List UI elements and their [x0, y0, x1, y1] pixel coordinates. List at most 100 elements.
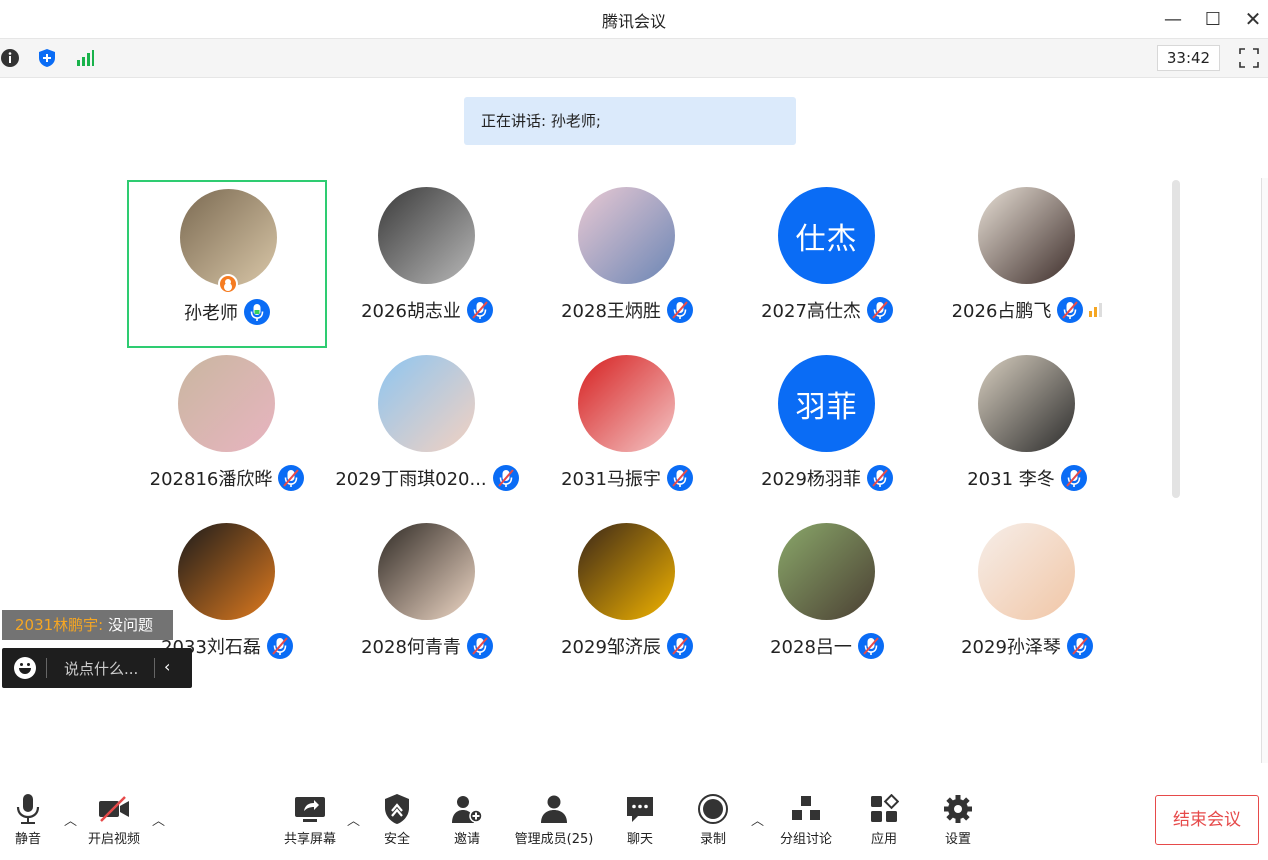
- participant-name: 2026占鹏飞: [951, 301, 1052, 322]
- participant-name-row: 2029杨羽菲: [717, 465, 937, 491]
- manage-members-label: 管理成员(25): [514, 832, 594, 847]
- mic-muted-icon[interactable]: [266, 633, 293, 659]
- record-options-caret[interactable]: ︿: [751, 810, 764, 829]
- avatar: [178, 523, 275, 620]
- participant-tile[interactable]: 2028吕一: [727, 516, 927, 684]
- close-button[interactable]: ✕: [1240, 6, 1266, 32]
- security-button[interactable]: 安全: [357, 792, 437, 847]
- mic-muted-icon[interactable]: [278, 465, 305, 491]
- video-options-caret[interactable]: ︿: [152, 810, 165, 829]
- participant-tile[interactable]: 仕杰 2027高仕杰: [727, 180, 927, 348]
- participant-name: 2028何青青: [361, 637, 461, 658]
- mute-button[interactable]: 静音: [0, 792, 68, 847]
- participant-tile[interactable]: 2028王炳胜: [527, 180, 727, 348]
- avatar: [978, 355, 1075, 452]
- mic-muted-icon[interactable]: [866, 297, 893, 323]
- mic-muted-icon[interactable]: [666, 633, 693, 659]
- mic-muted-icon[interactable]: [492, 465, 519, 491]
- participant-tile[interactable]: 2031 李冬: [927, 348, 1127, 516]
- participant-name: 2029孙泽琴: [961, 637, 1061, 658]
- participant-tile[interactable]: 2026占鹏飞: [927, 180, 1127, 348]
- participant-name-row: 2029孙泽琴: [917, 633, 1137, 659]
- bottom-toolbar: 静音 ︿ 开启视频 ︿ 共享屏幕 ︿ 安全 邀请 管理成员(25) 聊天 录制 …: [0, 780, 1268, 860]
- start-video-label: 开启视频: [87, 832, 140, 847]
- chat-label: 聊天: [626, 832, 653, 847]
- participant-name: 2029丁雨琪020...: [335, 469, 487, 490]
- shield-icon[interactable]: [37, 48, 57, 68]
- avatar: [378, 187, 475, 284]
- avatar: [978, 187, 1075, 284]
- participant-tile[interactable]: 2029丁雨琪020...: [327, 348, 527, 516]
- participant-tile[interactable]: 2026胡志业: [327, 180, 527, 348]
- participant-name: 2029杨羽菲: [761, 469, 861, 490]
- divider: [154, 658, 155, 678]
- participant-tile[interactable]: 孙老师: [127, 180, 327, 348]
- participant-tile[interactable]: 202816潘欣晔: [127, 348, 327, 516]
- start-video-button[interactable]: 开启视频: [74, 792, 154, 847]
- participant-name-row: 2028王炳胜: [517, 297, 737, 323]
- participant-grid: 孙老师 2026胡志业 2028王炳胜 仕杰 2027高仕杰 2026占鹏飞 202816潘…: [127, 180, 1127, 690]
- chat-message: 没问题: [108, 616, 154, 634]
- participant-tile[interactable]: 2031马振宇: [527, 348, 727, 516]
- fullscreen-icon[interactable]: [1238, 47, 1260, 69]
- mic-muted-icon[interactable]: [1066, 633, 1093, 659]
- minimize-button[interactable]: —: [1160, 6, 1186, 32]
- avatar-initials: 羽菲: [795, 389, 858, 425]
- mic-muted-icon[interactable]: [1060, 465, 1087, 491]
- maximize-button[interactable]: ☐: [1200, 6, 1226, 32]
- avatar: [178, 355, 275, 452]
- mic-muted-icon[interactable]: [666, 465, 693, 491]
- avatar-initials: 仕杰: [795, 221, 858, 257]
- apps-button[interactable]: 应用: [844, 792, 924, 847]
- participant-name-row: 2029丁雨琪020...: [317, 465, 537, 491]
- emoji-icon[interactable]: [14, 657, 36, 679]
- participant-name-row: 2028何青青: [317, 633, 537, 659]
- mic-muted-icon[interactable]: [466, 633, 493, 659]
- chat-input-placeholder[interactable]: 说点什么...: [64, 658, 138, 679]
- speaking-banner: 正在讲话: 孙老师;: [464, 97, 796, 145]
- participant-tile[interactable]: 2029邹济辰: [527, 516, 727, 684]
- breakout-rooms-button[interactable]: 分组讨论: [766, 792, 846, 847]
- record-label: 录制: [699, 832, 726, 847]
- title-bar: 腾讯会议 — ☐ ✕: [0, 0, 1268, 38]
- camera-off-icon: [96, 792, 132, 826]
- participant-name: 2029邹济辰: [561, 637, 661, 658]
- collapse-chat-icon[interactable]: ‹: [164, 657, 170, 676]
- avatar: [578, 523, 675, 620]
- weak-signal-icon: [1089, 303, 1103, 317]
- mic-muted-icon[interactable]: [666, 297, 693, 323]
- settings-button[interactable]: 设置: [918, 792, 998, 847]
- participant-tile[interactable]: 羽菲 2029杨羽菲: [727, 348, 927, 516]
- invite-button[interactable]: 邀请: [427, 792, 507, 847]
- chat-bubble[interactable]: 2031林鹏宇: 没问题: [2, 610, 173, 640]
- meeting-timer: 33:42: [1157, 45, 1220, 71]
- network-signal-icon[interactable]: [75, 48, 95, 68]
- participant-name-row: 2031 李冬: [917, 465, 1137, 491]
- end-meeting-button[interactable]: 结束会议: [1155, 795, 1259, 845]
- share-screen-button[interactable]: 共享屏幕: [270, 792, 350, 847]
- chat-button[interactable]: 聊天: [600, 792, 680, 847]
- participant-name: 孙老师: [184, 303, 238, 324]
- grid-scrollbar[interactable]: [1172, 180, 1180, 498]
- avatar: [778, 523, 875, 620]
- info-icon[interactable]: [0, 48, 20, 68]
- chat-bubble-icon: [622, 792, 658, 826]
- avatar: [180, 189, 277, 286]
- participant-tile[interactable]: 2028何青青: [327, 516, 527, 684]
- participant-tile[interactable]: 2029孙泽琴: [927, 516, 1127, 684]
- manage-members-button[interactable]: 管理成员(25): [514, 792, 594, 847]
- mic-muted-icon[interactable]: [466, 297, 493, 323]
- participant-name: 2028王炳胜: [561, 301, 661, 322]
- host-badge-icon: [218, 274, 238, 294]
- mic-muted-icon[interactable]: [857, 633, 884, 659]
- participant-name-row: 202816潘欣晔: [117, 465, 337, 491]
- chat-input-bar[interactable]: 说点什么... ‹: [2, 648, 192, 688]
- avatar: 羽菲: [778, 355, 875, 452]
- mic-muted-icon[interactable]: [866, 465, 893, 491]
- mic-speaking-icon[interactable]: [244, 299, 270, 325]
- divider: [46, 658, 47, 678]
- record-button[interactable]: 录制: [673, 792, 753, 847]
- participant-name-row: 2031马振宇: [517, 465, 737, 491]
- mic-muted-icon[interactable]: [1057, 297, 1084, 323]
- participant-name-row: 2029邹济辰: [517, 633, 737, 659]
